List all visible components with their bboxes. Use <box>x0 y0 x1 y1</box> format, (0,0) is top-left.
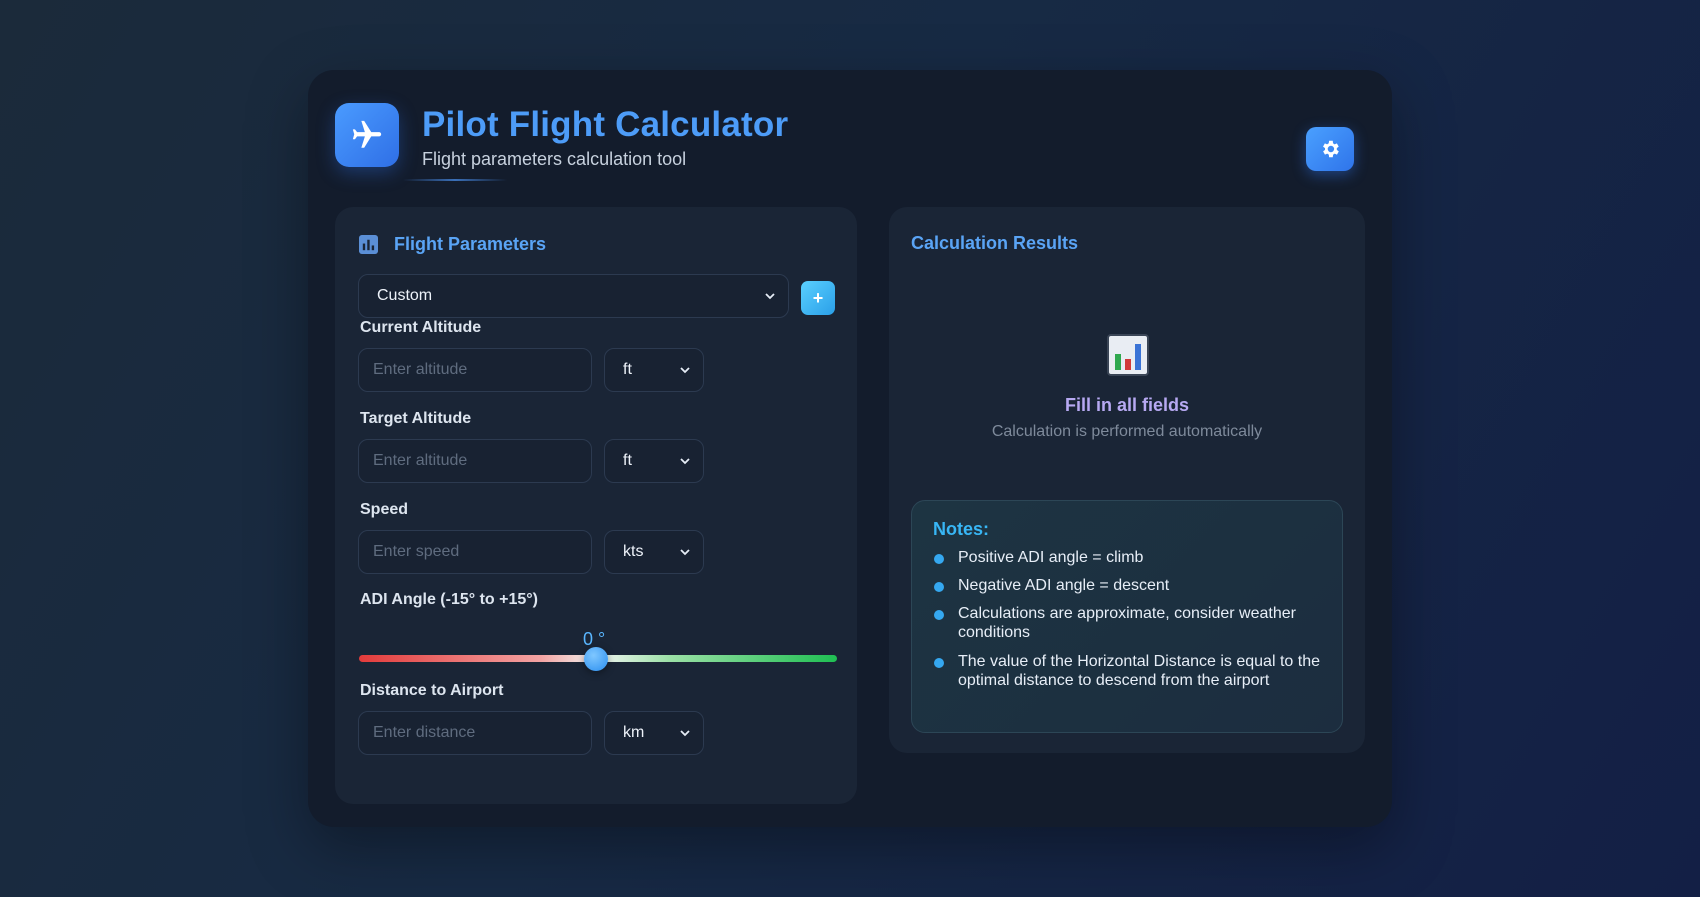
current-altitude-unit-select[interactable]: ft <box>604 348 704 392</box>
empty-state-subtitle: Calculation is performed automatically <box>991 423 1263 440</box>
unit-value: kts <box>623 543 644 560</box>
app-window: Pilot Flight Calculator Flight parameter… <box>308 70 1392 827</box>
current-altitude-input[interactable]: Enter altitude <box>358 348 592 392</box>
chevron-down-icon <box>680 730 690 737</box>
note-item: Positive ADI angle = climb <box>958 549 1144 566</box>
unit-value: km <box>623 724 645 741</box>
flight-parameters-panel: Flight Parameters Custom + Current Altit… <box>335 207 857 804</box>
current-altitude-label: Current Altitude <box>360 319 482 336</box>
notes-title: Notes: <box>933 519 990 539</box>
add-preset-button[interactable]: + <box>801 281 835 315</box>
app-logo <box>335 103 399 167</box>
panel-title: Flight Parameters <box>394 234 547 254</box>
bullet-icon <box>934 610 944 620</box>
distance-input[interactable]: Enter distance <box>358 711 592 755</box>
preset-select-value: Custom <box>377 287 433 304</box>
distance-unit-select[interactable]: km <box>604 711 704 755</box>
unit-value: ft <box>623 361 632 378</box>
adi-angle-slider-thumb[interactable] <box>584 647 608 671</box>
bullet-icon <box>934 658 944 668</box>
settings-button[interactable] <box>1306 127 1354 171</box>
panel-title: Calculation Results <box>911 233 1079 253</box>
chevron-down-icon <box>680 367 690 374</box>
speed-label: Speed <box>360 501 409 518</box>
chevron-down-icon <box>765 293 775 300</box>
bullet-icon <box>934 554 944 564</box>
header: Pilot Flight Calculator Flight parameter… <box>335 103 1392 213</box>
gear-icon <box>1323 140 1339 158</box>
bar-chart-icon <box>1107 334 1149 376</box>
preset-select[interactable]: Custom <box>358 274 789 318</box>
bar-chart-icon <box>359 235 378 254</box>
bullet-icon <box>934 582 944 592</box>
airplane-icon <box>352 120 382 148</box>
speed-unit-select[interactable]: kts <box>604 530 704 574</box>
empty-state-title: Fill in all fields <box>1064 395 1190 415</box>
chevron-down-icon <box>680 458 690 465</box>
adi-angle-label: ADI Angle (-15° to +15°) <box>360 591 539 608</box>
speed-input[interactable]: Enter speed <box>358 530 592 574</box>
note-item: The value of the Horizontal Distance is … <box>958 653 1320 689</box>
calculation-results-panel: Calculation Results Fill in all fields C… <box>889 207 1365 753</box>
page-subtitle: Flight parameters calculation tool <box>422 149 687 169</box>
note-item: Negative ADI angle = descent <box>958 577 1170 594</box>
distance-label: Distance to Airport <box>360 682 504 699</box>
target-altitude-unit-select[interactable]: ft <box>604 439 704 483</box>
title-underline <box>403 179 507 181</box>
notes-box: Notes: Positive ADI angle = climb Negati… <box>911 500 1343 733</box>
page-title: Pilot Flight Calculator <box>422 105 789 144</box>
chevron-down-icon <box>680 549 690 556</box>
note-item: Calculations are approximate, consider w… <box>958 605 1296 641</box>
unit-value: ft <box>623 452 632 469</box>
target-altitude-label: Target Altitude <box>360 410 472 427</box>
target-altitude-input[interactable]: Enter altitude <box>358 439 592 483</box>
